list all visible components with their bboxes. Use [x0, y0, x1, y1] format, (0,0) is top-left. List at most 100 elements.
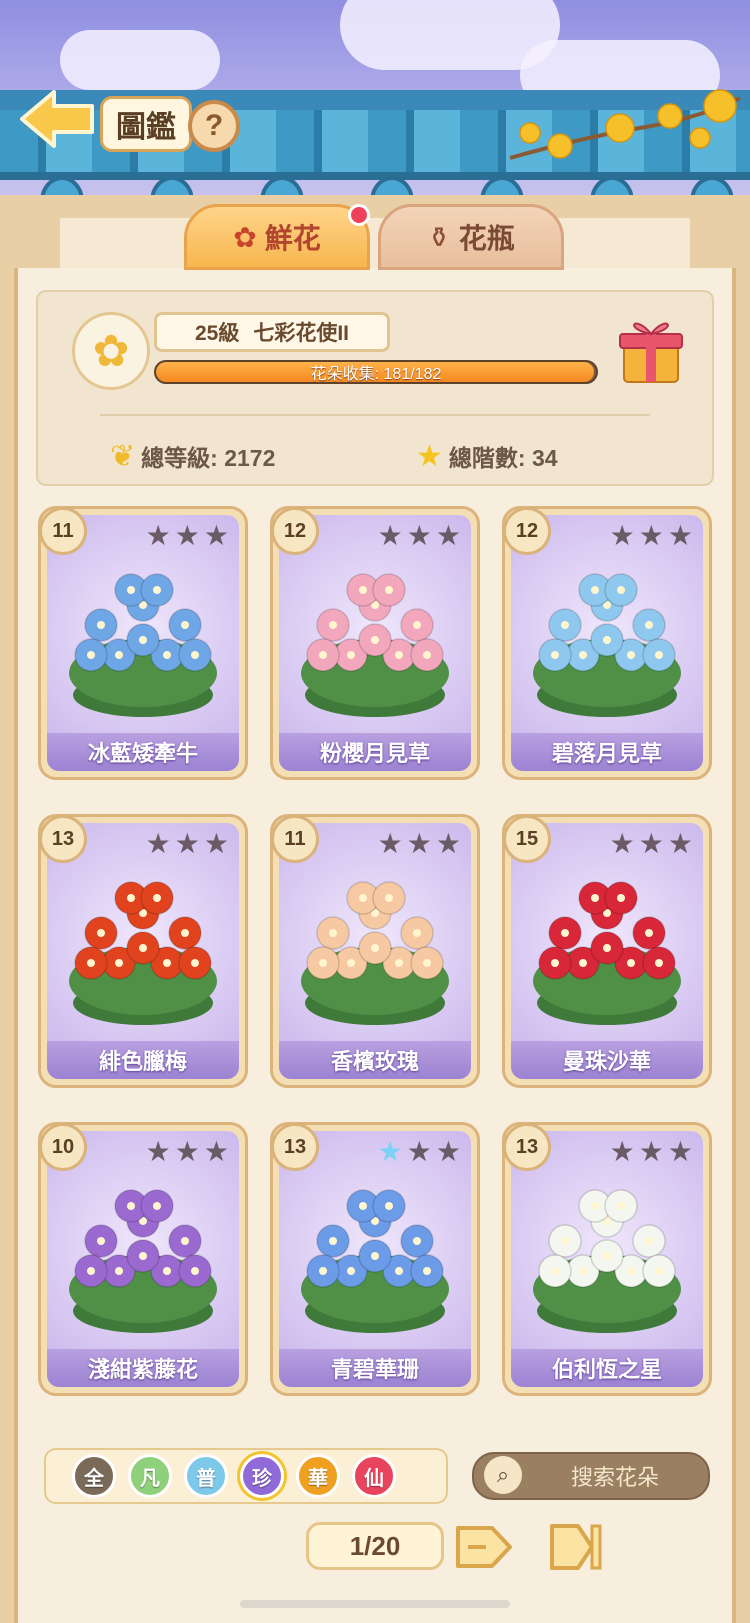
- star-icon: ★: [406, 1136, 432, 1167]
- star-icon: ★: [609, 520, 635, 551]
- card-stars: ★ ★ ★: [610, 827, 693, 860]
- card-name: 青碧華珊: [279, 1349, 471, 1387]
- back-arrow-icon[interactable]: [18, 88, 96, 150]
- star-icon: ★: [435, 828, 461, 859]
- card-level-badge: 12: [503, 507, 551, 555]
- flower-card[interactable]: 12 ★ ★ ★ 碧落月見草: [502, 506, 712, 780]
- blossom-branch-icon: [509, 89, 741, 160]
- notification-badge: [348, 204, 370, 226]
- card-level-badge: 15: [503, 815, 551, 863]
- star-icon: ★: [638, 1136, 664, 1167]
- wisteria-icon: [69, 1189, 217, 1333]
- collection-progress-bar: 花朵收集: 181/182: [154, 360, 598, 384]
- red-plum-blossom-icon: [69, 881, 217, 1025]
- star-icon: ★: [203, 828, 229, 859]
- level-number: 25級: [194, 322, 240, 345]
- red-spider-lily-icon: [533, 881, 681, 1025]
- card-name: 冰藍矮牽牛: [47, 733, 239, 771]
- star-icon: ★: [174, 520, 200, 551]
- star-icon: ★: [145, 520, 171, 551]
- card-level-badge: 12: [271, 507, 319, 555]
- card-name: 粉櫻月見草: [279, 733, 471, 771]
- flower-medal-icon: ✿: [72, 312, 150, 390]
- flower-card[interactable]: 12 ★ ★ ★ 粉櫻月見草: [270, 506, 480, 780]
- flower-card[interactable]: 11 ★ ★ ★ 冰藍矮牽牛: [38, 506, 248, 780]
- tab-flowers-label: 鮮花: [264, 223, 321, 254]
- card-stars: ★ ★ ★: [146, 519, 229, 552]
- tab-bar: [60, 218, 690, 268]
- rarity-filter-chip[interactable]: 凡: [128, 1454, 172, 1498]
- card-name: 曼珠沙華: [511, 1041, 703, 1079]
- star-icon: ★: [406, 828, 432, 859]
- card-level-badge: 13: [503, 1123, 551, 1171]
- star-icon: ★: [609, 1136, 635, 1167]
- page-indicator: 1/20: [306, 1522, 444, 1570]
- card-stars: ★ ★ ★: [378, 519, 461, 552]
- search-placeholder[interactable]: 搜索花朵: [530, 1452, 700, 1500]
- card-stars: ★ ★ ★: [610, 1135, 693, 1168]
- rarity-filter-chip[interactable]: 仙: [352, 1454, 396, 1498]
- page-title: 圖鑑: [100, 96, 192, 152]
- card-level-badge: 13: [39, 815, 87, 863]
- star-icon: ★: [667, 828, 693, 859]
- home-indicator: [240, 1600, 510, 1608]
- star-icon: ★: [174, 828, 200, 859]
- gift-box-icon[interactable]: [616, 312, 686, 386]
- card-name: 緋色臘梅: [47, 1041, 239, 1079]
- collection-progress-label: 花朵收集: 181/182: [310, 366, 442, 383]
- star-icon: ★: [377, 1136, 403, 1167]
- star-icon: ★: [667, 1136, 693, 1167]
- star-of-bethlehem-icon: [533, 1189, 681, 1333]
- total-stage: ★ 總階數: 34: [416, 439, 558, 473]
- star-icon: ★: [435, 1136, 461, 1167]
- card-stars: ★ ★ ★: [146, 1135, 229, 1168]
- star-icon: ★: [638, 828, 664, 859]
- rarity-filter-chip[interactable]: 華: [296, 1454, 340, 1498]
- star-icon: ★: [203, 1136, 229, 1167]
- flower-card[interactable]: 15 ★ ★ ★ 曼珠沙華: [502, 814, 712, 1088]
- flower-card[interactable]: 13 ★ ★ ★ 伯利恆之星: [502, 1122, 712, 1396]
- tab-vases-label: 花瓶: [458, 223, 515, 254]
- card-name: 碧落月見草: [511, 733, 703, 771]
- rarity-filter-chip[interactable]: 珍: [240, 1454, 284, 1498]
- star-icon: ★: [145, 1136, 171, 1167]
- card-stars: ★ ★ ★: [146, 827, 229, 860]
- rarity-filter-chip[interactable]: 全: [72, 1454, 116, 1498]
- star-icon: ★: [435, 520, 461, 551]
- level-banner: 25級 七彩花使II: [154, 312, 390, 352]
- star-icon: ★: [667, 520, 693, 551]
- star-icon: ★: [638, 520, 664, 551]
- blue-morning-glory-icon: [69, 573, 217, 717]
- search-icon: ⌕: [484, 1456, 522, 1494]
- next-page-icon[interactable]: [452, 1520, 514, 1574]
- tab-vases[interactable]: ⚱ 花瓶: [378, 204, 564, 270]
- flower-card[interactable]: 13 ★ ★ ★ 青碧華珊: [270, 1122, 480, 1396]
- tab-flowers[interactable]: ✿ 鮮花: [184, 204, 370, 270]
- rank-title: 七彩花使II: [253, 322, 350, 345]
- star-icon: ★: [406, 520, 432, 551]
- vase-icon: ⚱: [427, 221, 451, 253]
- star-icon: ★: [145, 828, 171, 859]
- flower-card[interactable]: 11 ★ ★ ★ 香檳玫瑰: [270, 814, 480, 1088]
- star-icon: ★: [377, 520, 403, 551]
- card-name: 伯利恆之星: [511, 1349, 703, 1387]
- star-icon: ★: [377, 828, 403, 859]
- blue-coral-icon: [301, 1189, 449, 1333]
- card-stars: ★ ★ ★: [378, 1135, 461, 1168]
- card-stars: ★ ★ ★: [378, 827, 461, 860]
- help-button[interactable]: ?: [188, 100, 240, 152]
- flower-card[interactable]: 10 ★ ★ ★ 淺紺紫藤花: [38, 1122, 248, 1396]
- champagne-rose-icon: [301, 881, 449, 1025]
- pink-primrose-icon: [301, 573, 449, 717]
- flower-card[interactable]: 13 ★ ★ ★ 緋色臘梅: [38, 814, 248, 1088]
- card-name: 香檳玫瑰: [279, 1041, 471, 1079]
- star-icon: ★: [416, 439, 443, 473]
- rarity-filter-chip[interactable]: 普: [184, 1454, 228, 1498]
- rose-icon: ✿: [233, 221, 257, 253]
- last-page-icon[interactable]: [548, 1518, 604, 1576]
- total-level: ❦ 總等級: 2172: [110, 439, 276, 473]
- star-icon: ★: [174, 1136, 200, 1167]
- card-name: 淺紺紫藤花: [47, 1349, 239, 1387]
- star-icon: ★: [203, 520, 229, 551]
- card-level-badge: 11: [271, 815, 319, 863]
